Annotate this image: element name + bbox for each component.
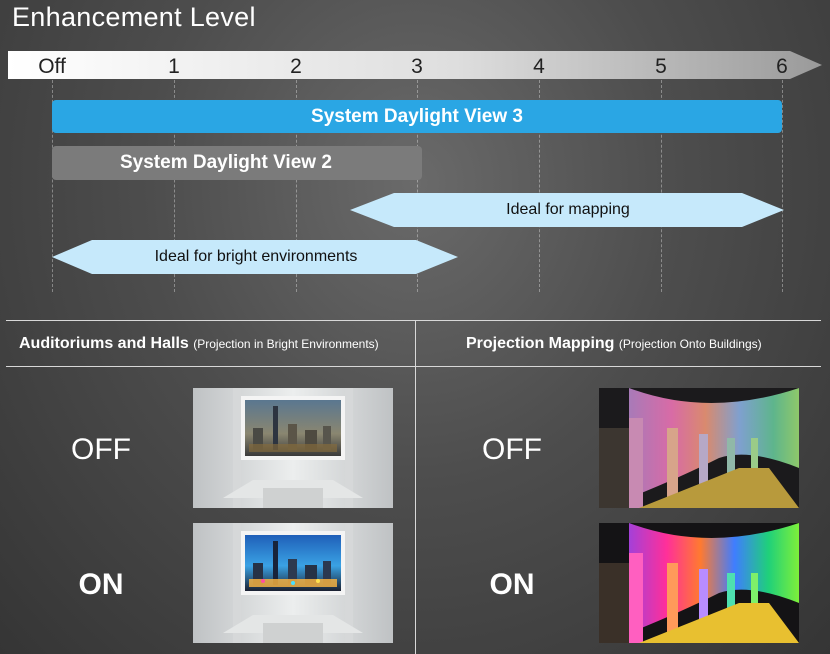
- auditorium-off-image: [193, 388, 393, 508]
- mapping-off-image: [599, 388, 799, 508]
- left-subheading-text: (Projection in Bright Environments): [193, 337, 379, 351]
- left-on-label: ON: [78, 568, 124, 601]
- gridline-6: [782, 80, 783, 292]
- auditorium-on-image: [193, 523, 393, 643]
- tick-6: 6: [776, 55, 788, 78]
- left-heading-text: Auditoriums and Halls: [19, 335, 189, 352]
- tick-4: 4: [533, 55, 545, 78]
- table-top-divider: [6, 320, 821, 321]
- tick-1: 1: [168, 55, 180, 78]
- ideal-bright-label: Ideal for bright environments: [154, 248, 358, 265]
- table-column-divider: [415, 320, 416, 654]
- mapping-on-image: [599, 523, 799, 643]
- tick-5: 5: [655, 55, 667, 78]
- left-off-label: OFF: [71, 433, 131, 466]
- tick-3: 3: [411, 55, 423, 78]
- right-on-label: ON: [489, 568, 535, 601]
- right-heading-text: Projection Mapping: [466, 335, 615, 352]
- system-daylight-view-2-bar: System Daylight View 2: [52, 146, 422, 180]
- right-subheading-text: (Projection Onto Buildings): [618, 337, 762, 351]
- ideal-mapping-label: Ideal for mapping: [506, 201, 630, 218]
- tick-2: 2: [290, 55, 302, 78]
- system-daylight-view-3-bar: System Daylight View 3: [52, 100, 782, 133]
- table-header-divider: [6, 366, 821, 367]
- tick-off: Off: [38, 55, 66, 78]
- right-panel-heading: Projection Mapping (Projection Onto Buil…: [466, 335, 762, 353]
- right-off-label: OFF: [482, 433, 542, 466]
- left-panel-heading: Auditoriums and Halls (Projection in Bri…: [19, 335, 379, 353]
